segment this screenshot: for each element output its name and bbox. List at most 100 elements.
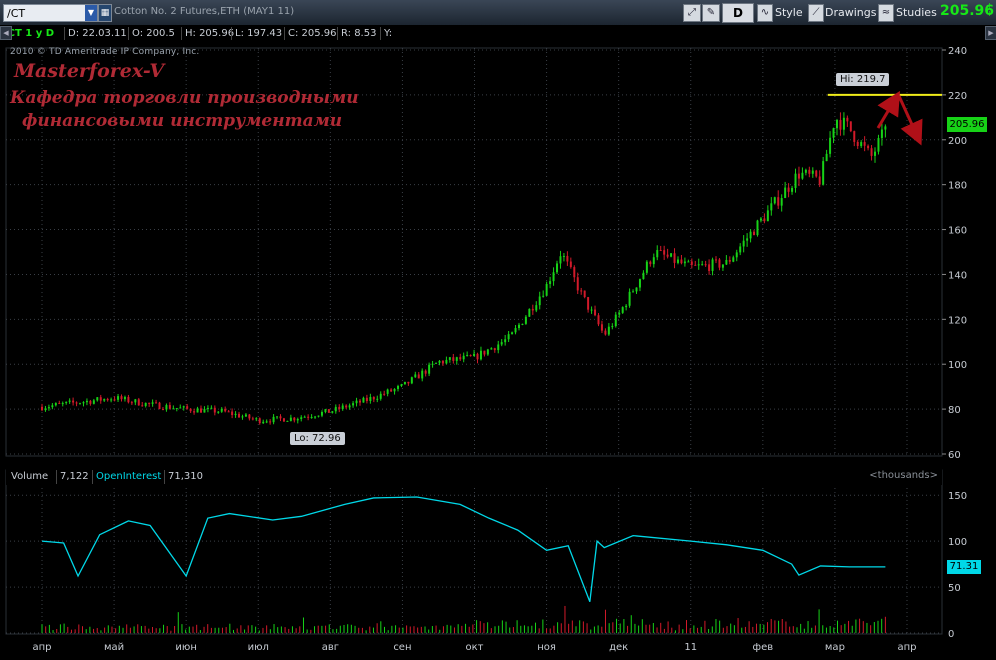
candle-body — [642, 272, 645, 280]
candle-body — [787, 187, 790, 192]
candle-body — [580, 290, 583, 292]
candle-body — [562, 255, 565, 257]
candle-body — [535, 305, 538, 311]
drawings-icon[interactable]: ⟋ — [808, 4, 824, 22]
candle-body — [220, 408, 223, 412]
candle-body — [621, 307, 624, 313]
y-tick-label: 150 — [948, 491, 967, 502]
candle-body — [369, 397, 372, 402]
candle-body — [300, 417, 303, 420]
candle-body — [697, 264, 700, 266]
candle-body — [44, 408, 47, 411]
candle-body — [462, 355, 465, 360]
wrench-icon[interactable]: ✎ — [702, 4, 720, 22]
candle-body — [721, 264, 724, 268]
link-icon[interactable]: ▦ — [98, 4, 112, 22]
candle-body — [835, 120, 838, 129]
candle-body — [874, 151, 877, 156]
candle-body — [884, 126, 887, 130]
open-readout: O: 200.5 — [128, 27, 178, 40]
candle-body — [528, 308, 531, 317]
candle-body — [590, 309, 593, 311]
candle-body — [262, 421, 265, 424]
candle-body — [594, 309, 597, 316]
y-tick-label: 220 — [948, 91, 967, 102]
candle-body — [383, 393, 386, 395]
candle-body — [773, 197, 776, 204]
close-readout: C: 205.96 — [284, 27, 340, 40]
candle-body — [393, 388, 396, 392]
y-tick-label: 0 — [948, 629, 954, 640]
symbol-box[interactable]: ▼ — [3, 4, 98, 22]
lo-label: Lo: 72.96 — [290, 432, 345, 445]
candle-body — [421, 370, 424, 379]
candle-body — [801, 172, 804, 179]
candle-body — [320, 411, 323, 416]
open-interest-line — [41, 496, 886, 602]
candle-body — [725, 259, 728, 265]
candle-body — [314, 416, 317, 418]
candle-body — [791, 187, 794, 192]
candle-body — [155, 402, 158, 404]
y-readout: Y: — [380, 27, 395, 40]
candle-body — [65, 401, 68, 404]
candle-body — [663, 250, 666, 255]
symbol-description: Cotton No. 2 Futures,ETH (MAY1 11) — [114, 6, 295, 17]
y-tick-label: 140 — [948, 270, 967, 281]
collapse-icon[interactable]: ◀ — [0, 26, 12, 40]
candle-body — [552, 272, 555, 282]
candle-body — [424, 370, 427, 374]
open-interest-label[interactable]: OpenInterest — [92, 470, 164, 484]
candle-body — [670, 253, 673, 257]
candle-body — [89, 400, 92, 404]
candle-body — [604, 330, 607, 335]
y-tick-label: 100 — [948, 360, 967, 371]
candle-body — [175, 408, 178, 410]
candle-body — [777, 197, 780, 206]
candle-body — [573, 267, 576, 278]
candle-body — [583, 290, 586, 298]
candle-body — [92, 400, 95, 404]
candle-body — [739, 246, 742, 253]
watermark-title: Masterforex-V — [14, 60, 165, 82]
style-icon[interactable]: ∿ — [757, 4, 773, 22]
candle-body — [307, 416, 310, 418]
chart-canvas[interactable]: апр май июн июл авг сен окт ноя дек 11 фев мар апр 60… — [0, 43, 996, 660]
candle-body — [196, 408, 199, 413]
expand-icon[interactable]: ⤢ — [683, 4, 701, 22]
candle-body — [269, 421, 272, 423]
candle-body — [376, 398, 379, 400]
candle-body — [597, 315, 600, 325]
studies-button[interactable]: Studies — [896, 6, 937, 19]
style-button[interactable]: Style — [775, 6, 803, 19]
candle-body — [780, 198, 783, 206]
candle-body — [168, 405, 171, 409]
volume-label[interactable]: Volume — [8, 470, 51, 484]
studies-icon[interactable]: ≈ — [878, 4, 894, 22]
candle-body — [82, 402, 85, 404]
symbol-input[interactable] — [5, 5, 87, 21]
symbol-dropdown-icon[interactable]: ▼ — [85, 5, 97, 21]
candle-body — [680, 259, 683, 264]
candle-body — [870, 148, 873, 156]
units-label: <thousands> — [869, 470, 938, 481]
candle-body — [659, 250, 662, 252]
candle-body — [473, 353, 476, 357]
candle-body — [476, 353, 479, 360]
candle-body — [417, 374, 420, 379]
y-tick-label: 240 — [948, 46, 967, 57]
candle-body — [673, 253, 676, 263]
candle-body — [61, 403, 64, 405]
expand-right-icon[interactable]: ▶ — [985, 26, 996, 40]
candle-body — [701, 264, 704, 266]
candle-body — [832, 128, 835, 138]
candle-body — [224, 408, 227, 412]
drawings-button[interactable]: Drawings — [825, 6, 876, 19]
candle-body — [51, 405, 54, 408]
candle-body — [652, 257, 655, 265]
candle-body — [531, 308, 534, 311]
candle-body — [493, 348, 496, 351]
candle-body — [96, 397, 99, 401]
period-button[interactable]: D — [722, 3, 754, 23]
candle-body — [110, 399, 113, 401]
